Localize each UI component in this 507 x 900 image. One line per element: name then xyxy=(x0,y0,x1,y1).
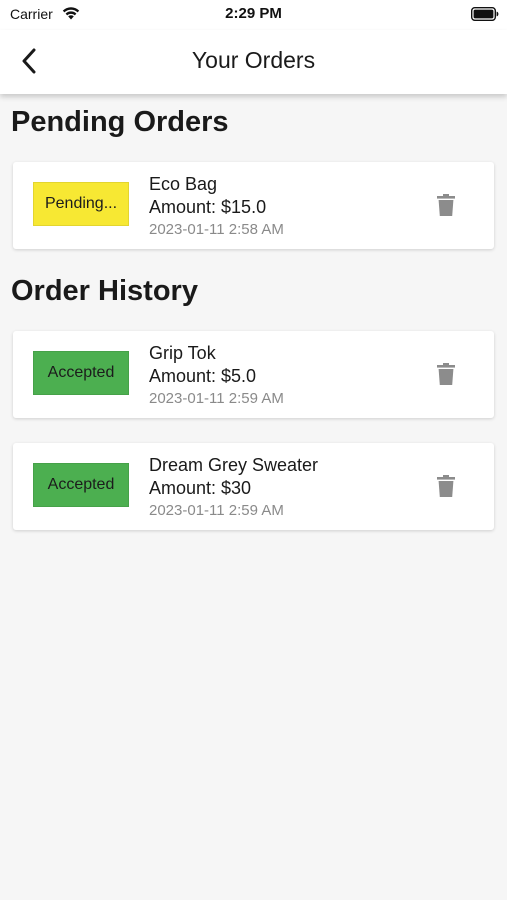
delete-order-button[interactable] xyxy=(431,471,461,501)
status-badge: Accepted xyxy=(33,351,129,395)
status-bar: Carrier 2:29 PM xyxy=(0,0,507,30)
order-card[interactable]: Accepted Dream Grey Sweater Amount: $30 … xyxy=(13,443,494,530)
order-card[interactable]: Accepted Grip Tok Amount: $5.0 2023-01-1… xyxy=(13,331,494,418)
order-amount: Amount: $15.0 xyxy=(149,197,267,217)
status-badge: Accepted xyxy=(33,463,129,507)
delete-order-button[interactable] xyxy=(431,190,461,220)
trash-icon xyxy=(437,475,455,497)
order-date: 2023-01-11 2:59 AM xyxy=(149,502,284,519)
order-name: Grip Tok xyxy=(149,343,216,363)
page-title: Your Orders xyxy=(191,47,316,73)
order-date: 2023-01-11 2:59 AM xyxy=(149,390,284,407)
trash-icon xyxy=(437,194,455,216)
order-amount: Amount: $30 xyxy=(149,478,252,498)
order-history-heading: Order History xyxy=(11,275,198,307)
order-card[interactable]: Pending... Eco Bag Amount: $15.0 2023-01… xyxy=(13,162,494,249)
navigation-bar: Your Orders xyxy=(0,30,507,94)
pending-orders-heading: Pending Orders xyxy=(11,106,229,138)
battery-icon xyxy=(471,7,499,21)
order-date: 2023-01-11 2:58 AM xyxy=(149,221,284,238)
trash-icon xyxy=(437,363,455,385)
order-amount: Amount: $5.0 xyxy=(149,366,257,386)
order-name: Eco Bag xyxy=(149,174,218,194)
delete-order-button[interactable] xyxy=(431,359,461,389)
status-badge: Pending... xyxy=(33,182,129,226)
status-time: 2:29 PM xyxy=(225,5,282,22)
order-name: Dream Grey Sweater xyxy=(149,455,319,475)
